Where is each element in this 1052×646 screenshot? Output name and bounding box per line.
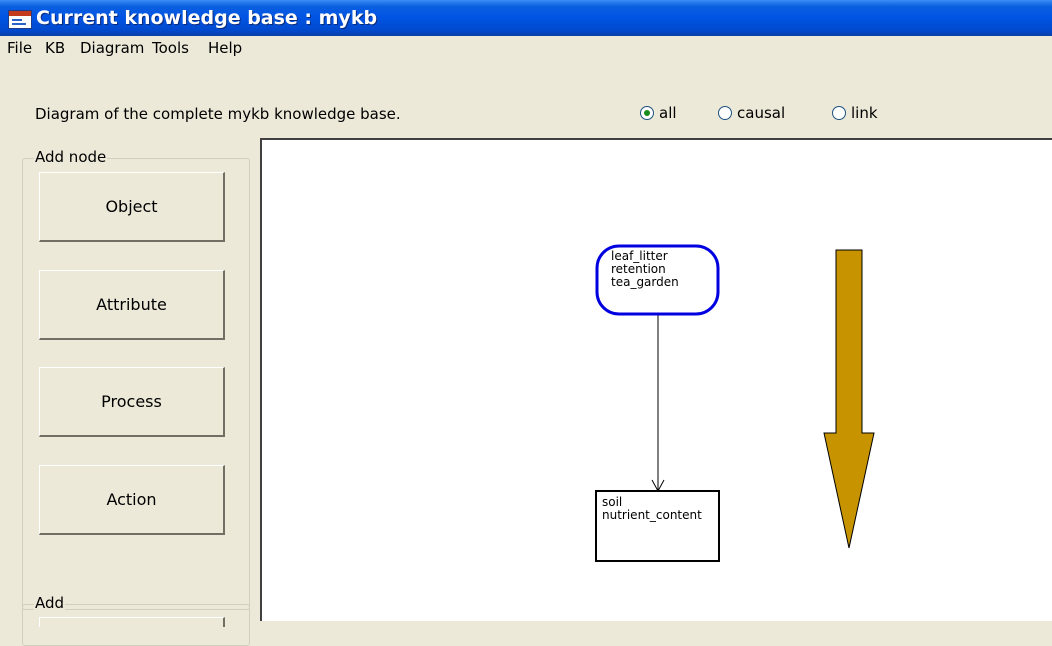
object-button[interactable]: Object (39, 172, 225, 242)
radio-selected-dot (644, 110, 650, 116)
menu-help[interactable]: Help (208, 39, 242, 57)
left-panel: Add node Object Attribute Process Action… (0, 138, 260, 646)
radio-causal[interactable]: causal (718, 104, 808, 124)
radio-all[interactable]: all (640, 104, 700, 124)
menu-kb[interactable]: KB (45, 39, 65, 57)
radio-link-circle[interactable] (832, 106, 846, 120)
process-button[interactable]: Process (39, 367, 225, 437)
radio-link[interactable]: link (832, 104, 892, 124)
add-node-group-title: Add node (34, 148, 108, 166)
radio-causal-label: causal (737, 104, 786, 122)
radio-link-label: link (851, 104, 878, 122)
window-title: Current knowledge base : mykb (36, 7, 378, 29)
node-line: soil (602, 495, 622, 509)
diagram-svg: leaf_litter retention tea_garden soil nu… (595, 244, 875, 562)
menu-diagram[interactable]: Diagram (80, 39, 144, 57)
add-group-title: Add (34, 594, 66, 612)
down-arrow-icon (823, 249, 875, 549)
app-icon (8, 10, 32, 29)
add-group-button[interactable] (39, 617, 225, 627)
menu-tools[interactable]: Tools (152, 39, 189, 57)
action-button[interactable]: Action (39, 465, 225, 535)
menu-file[interactable]: File (7, 39, 32, 57)
menu-bar: File KB Diagram Tools Help (0, 36, 1052, 61)
diagram-info-bar: Diagram of the complete mykb knowledge b… (0, 61, 1052, 138)
radio-all-label: all (659, 104, 677, 122)
diagram-description: Diagram of the complete mykb knowledge b… (35, 105, 401, 123)
node-line: retention (611, 262, 666, 276)
node-line: leaf_litter (611, 249, 668, 263)
title-bar[interactable]: Current knowledge base : mykb (0, 0, 1052, 36)
diagram-canvas[interactable]: leaf_litter retention tea_garden soil nu… (260, 138, 1052, 621)
node-line: tea_garden (611, 275, 679, 289)
radio-all-circle[interactable] (640, 106, 654, 120)
attribute-button[interactable]: Attribute (39, 270, 225, 340)
node-line: nutrient_content (602, 508, 702, 522)
radio-causal-circle[interactable] (718, 106, 732, 120)
